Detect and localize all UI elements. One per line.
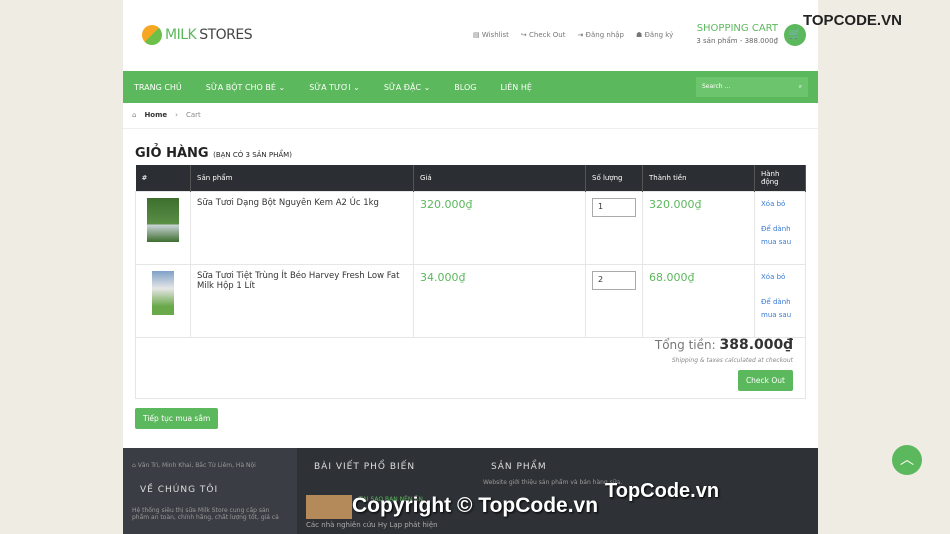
cart-summary-box: Tổng tiền: 388.000₫ Shipping & taxes cal… — [135, 331, 806, 399]
product-image[interactable] — [152, 271, 174, 315]
total-label: Tổng tiền: — [654, 338, 716, 352]
cart-table: # Sản phẩm Giá Số lượng Thành tiền Hành … — [135, 165, 806, 338]
register-link[interactable]: ☗ Đăng ký — [636, 31, 673, 39]
cart-page: GIỎ HÀNG (BẠN CÓ 3 SẢN PHẨM) # Sản phẩm … — [123, 129, 818, 448]
watermark-logo: TOPCODE.VN — [803, 12, 902, 29]
col-product: Sản phẩm — [190, 165, 414, 192]
continue-shopping-button[interactable]: Tiếp tục mua sắm — [135, 408, 219, 429]
breadcrumb: ⌂ Home › Cart — [123, 103, 818, 129]
logo-text-b: STORES — [199, 27, 253, 43]
quantity-input[interactable]: 2 — [592, 271, 636, 290]
watermark-brand: TopCode.vn — [605, 480, 720, 502]
table-row: Sữa Tươi Tiệt Trùng Ít Béo Harvey Fresh … — [135, 264, 806, 338]
logo-icon — [142, 25, 162, 45]
logo-text-a: MILK — [165, 27, 197, 43]
breadcrumb-home[interactable]: Home — [144, 111, 167, 120]
product-name[interactable]: Sữa Tươi Dạng Bột Nguyên Kem A2 Úc 1kg — [190, 191, 414, 265]
total-value: 388.000₫ — [719, 337, 793, 353]
cart-summary: 3 sản phẩm - 388.000₫ — [696, 37, 778, 45]
line-total: 68.000₫ — [642, 264, 755, 338]
line-total: 320.000₫ — [642, 191, 755, 265]
product-image[interactable] — [147, 198, 179, 242]
nav-contact[interactable]: LIÊN HỆ — [500, 83, 531, 92]
col-qty: Số lượng — [585, 165, 643, 192]
remove-link[interactable]: Xóa bỏ — [761, 271, 799, 284]
col-total: Thành tiền — [642, 165, 755, 192]
col-index: # — [135, 165, 191, 192]
popular-posts-title: BÀI VIẾT PHỔ BIẾN — [314, 462, 416, 472]
products-text: Website giới thiệu sản phẩm và bán hàng … — [483, 479, 623, 486]
nav-condensed-milk[interactable]: SỮA ĐẶC ⌄ — [384, 83, 430, 92]
product-price: 320.000₫ — [413, 191, 586, 265]
search-icon[interactable]: ⌕ — [799, 83, 802, 91]
product-price: 34.000₫ — [413, 264, 586, 338]
search-input[interactable]: Search ... ⌕ — [696, 77, 808, 97]
footer-address: ⌂ Văn Trì, Minh Khai, Bắc Từ Liêm, Hà Nộ… — [132, 462, 288, 469]
nav-fresh-milk[interactable]: SỮA TƯƠI ⌄ — [309, 83, 360, 92]
site-header: MILK STORES ▤ Wishlist ↪ Check Out ⇥ Đăng… — [123, 0, 818, 71]
save-for-later-link[interactable]: Để dành mua sau — [761, 296, 799, 322]
nav-blog[interactable]: BLOG — [454, 83, 476, 92]
page-title: GIỎ HÀNG (BẠN CÓ 3 SẢN PHẨM) — [135, 146, 292, 161]
breadcrumb-current: Cart — [185, 111, 201, 119]
product-name[interactable]: Sữa Tươi Tiệt Trùng Ít Béo Harvey Fresh … — [190, 264, 414, 338]
shipping-note: Shipping & taxes calculated at checkout — [671, 357, 793, 364]
post-thumbnail[interactable] — [306, 495, 352, 519]
shopping-cart[interactable]: SHOPPING CART 3 sản phẩm - 388.000₫ — [696, 23, 778, 45]
address-text: Văn Trì, Minh Khai, Bắc Từ Liêm, Hà Nội — [137, 462, 256, 469]
title-subtitle: (BẠN CÓ 3 SẢN PHẨM) — [213, 151, 292, 159]
title-text: GIỎ HÀNG — [135, 146, 209, 161]
back-to-top-button[interactable]: ︿ — [892, 445, 922, 475]
col-price: Giá — [413, 165, 586, 192]
search-placeholder: Search ... — [702, 83, 731, 90]
about-text: Hệ thống siêu thị sữa Milk Store cung cấ… — [132, 507, 279, 521]
remove-link[interactable]: Xóa bỏ — [761, 198, 799, 211]
quantity-input[interactable]: 1 — [592, 198, 636, 217]
checkout-link[interactable]: ↪ Check Out — [521, 31, 566, 39]
post-excerpt: Các nhà nghiên cứu Hy Lạp phát hiện — [306, 521, 438, 529]
about-title: VỀ CHÚNG TÔI — [140, 485, 219, 495]
breadcrumb-separator: › — [175, 111, 178, 119]
checkout-button[interactable]: Check Out — [737, 370, 793, 391]
save-for-later-link[interactable]: Để dành mua sau — [761, 223, 799, 249]
home-icon: ⌂ — [132, 111, 137, 119]
nav-powder-milk[interactable]: SỮA BỘT CHO BÉ ⌄ — [206, 83, 285, 92]
products-title: SẢN PHẨM — [491, 462, 547, 472]
watermark-copyright: Copyright © TopCode.vn — [352, 494, 599, 517]
cart-title: SHOPPING CART — [696, 23, 778, 34]
main-nav: TRANG CHỦ SỮA BỘT CHO BÉ ⌄ SỮA TƯƠI ⌄ SỮ… — [123, 71, 818, 103]
nav-home[interactable]: TRANG CHỦ — [134, 83, 182, 92]
login-link[interactable]: ⇥ Đăng nhập — [577, 31, 624, 39]
col-action: Hành động — [754, 165, 806, 192]
table-row: Sữa Tươi Dạng Bột Nguyên Kem A2 Úc 1kg 3… — [135, 191, 806, 265]
logo[interactable]: MILK STORES — [142, 25, 253, 45]
wishlist-link[interactable]: ▤ Wishlist — [473, 31, 509, 39]
